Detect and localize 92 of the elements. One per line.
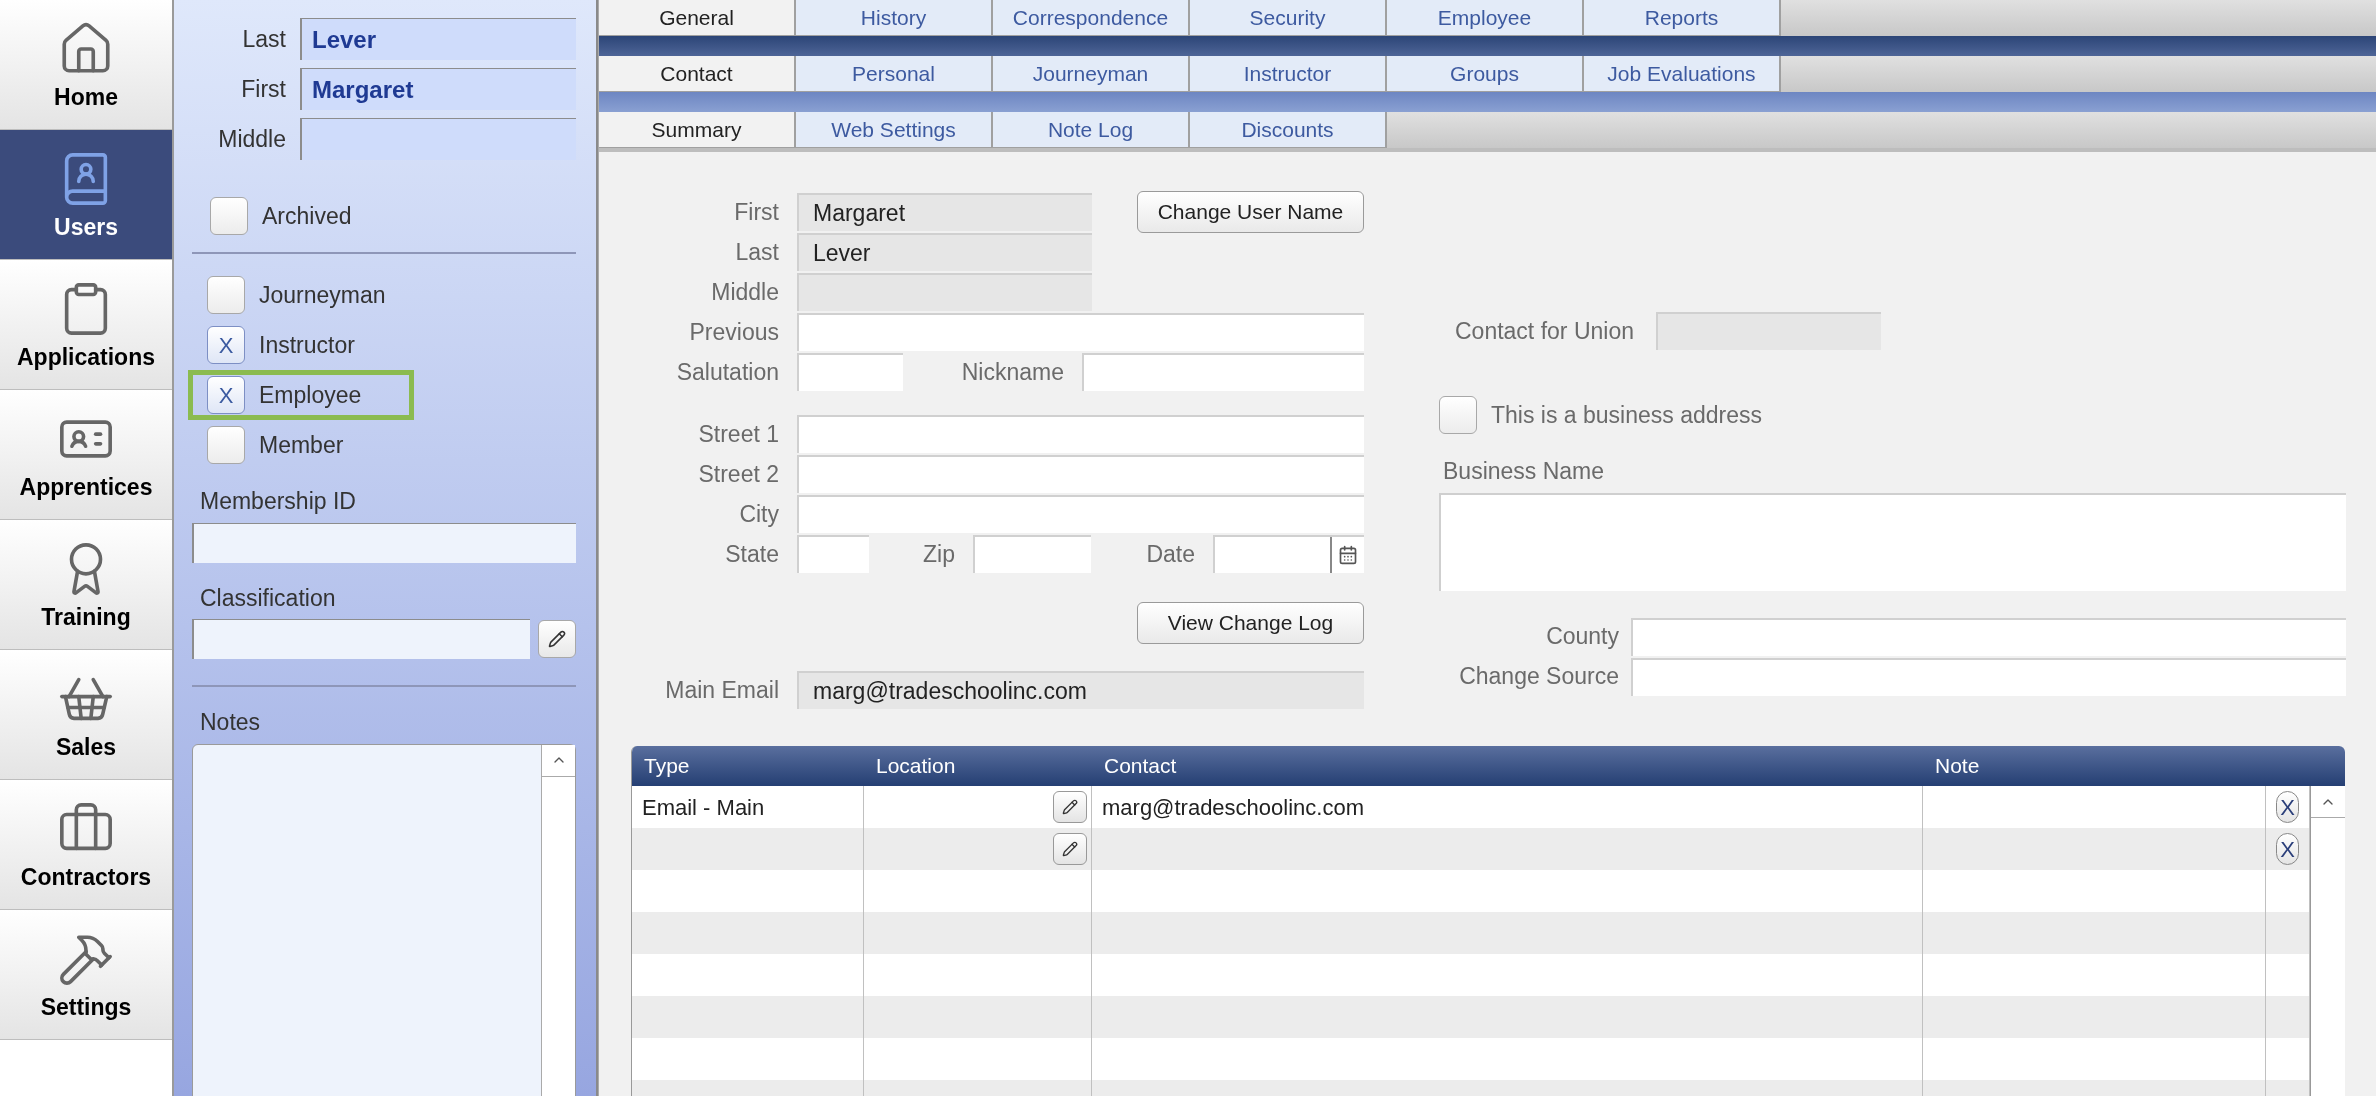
input-field[interactable] — [797, 353, 903, 391]
remove-button[interactable]: X — [2276, 833, 2299, 865]
input-field[interactable] — [300, 118, 576, 160]
input-field[interactable] — [797, 415, 1364, 453]
checkbox-label: Journeyman — [259, 280, 386, 310]
input-field[interactable] — [797, 313, 1364, 351]
field-label: Notes — [199, 708, 262, 737]
scrollbar[interactable] — [541, 744, 575, 1096]
remove-button[interactable]: X — [2276, 791, 2299, 823]
column-header: Location — [875, 753, 957, 780]
tab[interactable]: Contact — [599, 56, 796, 92]
checkbox[interactable]: X — [207, 326, 245, 364]
field-label: Salutation — [675, 357, 779, 387]
field-label: State — [724, 539, 779, 569]
tab[interactable]: Correspondence — [993, 0, 1190, 36]
column-header: Type — [643, 753, 691, 780]
field-label: Previous — [688, 317, 779, 347]
checkbox[interactable] — [207, 426, 245, 464]
field-label: Date — [1145, 539, 1195, 569]
pencil-icon — [548, 630, 566, 648]
tab[interactable]: Web Settings — [796, 112, 993, 148]
input-field[interactable] — [1631, 657, 2346, 696]
checkbox-label: This is a business address — [1491, 400, 1762, 430]
text-area[interactable] — [1439, 492, 2346, 591]
edit-button[interactable] — [1053, 791, 1087, 823]
tab[interactable]: Personal — [796, 56, 993, 92]
field-label: Nickname — [960, 357, 1064, 387]
input-field[interactable] — [973, 535, 1091, 573]
input-field[interactable]: marg@tradeschoolinc.com — [797, 671, 1364, 709]
column-header: Note — [1934, 753, 1981, 780]
input-field[interactable] — [192, 619, 530, 659]
checkbox[interactable] — [1439, 396, 1477, 434]
checkbox-label: Instructor — [259, 330, 355, 360]
checkbox[interactable] — [210, 197, 248, 235]
checkbox[interactable]: X — [207, 376, 245, 414]
date-field[interactable] — [1213, 535, 1364, 573]
pencil-icon — [1062, 841, 1078, 857]
input-field[interactable] — [1631, 617, 2346, 656]
field-label: Last — [734, 237, 779, 267]
field-label: Business Name — [1442, 457, 1606, 486]
push-button[interactable]: Change User Name — [1137, 191, 1364, 233]
field-label: Last — [241, 24, 287, 54]
field-label: Contact for Union — [1455, 316, 1634, 346]
notes-field[interactable] — [192, 743, 576, 1096]
scrollbar[interactable] — [2310, 786, 2345, 1096]
field-label: Street 2 — [697, 459, 779, 489]
tab[interactable]: Job Evaluations — [1584, 56, 1781, 92]
edit-button[interactable] — [538, 620, 576, 658]
field-label: Zip — [922, 539, 955, 569]
tab[interactable]: Note Log — [993, 112, 1190, 148]
field-label: Street 1 — [697, 419, 779, 449]
field-label: Membership ID — [199, 487, 357, 516]
input-field[interactable] — [1656, 312, 1881, 350]
tab[interactable]: Employee — [1387, 0, 1584, 36]
nav-item[interactable]: Users — [0, 130, 172, 260]
input-field[interactable] — [192, 522, 576, 563]
checkbox-label: Member — [259, 430, 344, 460]
input-field[interactable]: Lever — [300, 18, 576, 60]
input-field[interactable] — [797, 273, 1092, 311]
field-label: Change Source — [1458, 662, 1619, 692]
tab[interactable]: Summary — [599, 112, 796, 148]
input-field[interactable]: Lever — [797, 233, 1092, 271]
input-field[interactable]: Margaret — [797, 193, 1092, 231]
tab[interactable]: General — [599, 0, 796, 36]
field-label: First — [240, 74, 287, 104]
edit-button[interactable] — [1053, 833, 1087, 865]
field-label: Middle — [710, 277, 779, 307]
field-label: City — [738, 499, 779, 529]
checkbox-label: Employee — [259, 380, 362, 410]
tab[interactable]: Security — [1190, 0, 1387, 36]
tab[interactable]: Journeyman — [993, 56, 1190, 92]
input-field[interactable] — [797, 495, 1364, 533]
tab[interactable]: Discounts — [1190, 112, 1387, 148]
field-label: County — [1545, 622, 1619, 652]
tab[interactable]: Groups — [1387, 56, 1584, 92]
field-label: Middle — [217, 124, 287, 154]
checkbox[interactable] — [207, 276, 245, 314]
pencil-icon — [1062, 799, 1078, 815]
tab[interactable]: Reports — [1584, 0, 1781, 36]
input-field[interactable] — [797, 535, 869, 573]
input-field[interactable] — [1082, 353, 1364, 391]
tab[interactable]: History — [796, 0, 993, 36]
input-field[interactable]: Margaret — [300, 68, 576, 110]
field-label: First — [733, 197, 779, 227]
checkbox-label: Archived — [262, 201, 352, 231]
column-header: Contact — [1103, 753, 1178, 780]
push-button[interactable]: View Change Log — [1137, 602, 1364, 644]
field-label: Main Email — [664, 675, 779, 705]
tab[interactable]: Instructor — [1190, 56, 1387, 92]
field-label: Classification — [199, 583, 337, 613]
calendar-icon[interactable] — [1338, 545, 1358, 565]
input-field[interactable] — [797, 455, 1364, 493]
